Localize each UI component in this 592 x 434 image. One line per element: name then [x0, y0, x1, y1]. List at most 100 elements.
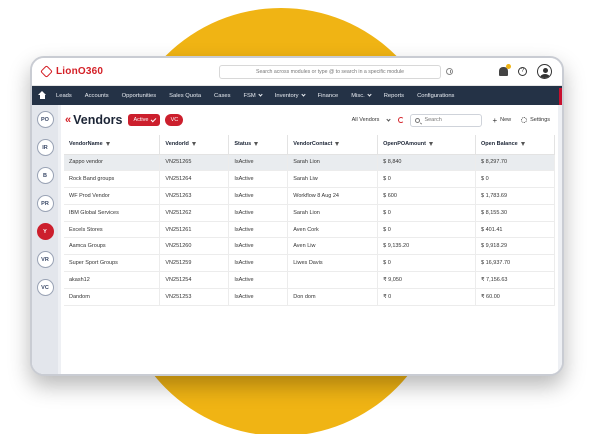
- page-toolbar: « Vendors Active VC All Vendors Search +…: [61, 105, 558, 135]
- app-window: LionO360 Search across modules or type @…: [30, 56, 564, 376]
- table-row[interactable]: Excels Stores VN251261 IsActive Aven Cork $ …: [64, 221, 555, 239]
- avatar-icon[interactable]: [537, 64, 552, 79]
- sidebar-item-pr[interactable]: PR: [36, 195, 54, 212]
- vendors-table: VendorName VendorId Status VendorContact Ope…: [64, 135, 555, 306]
- nav-item-leads[interactable]: Leads: [56, 93, 72, 99]
- table-cell: IBM Global Services: [64, 204, 161, 222]
- table-row[interactable]: Super Sport Groups VN251259 IsActive Liwes …: [64, 254, 555, 273]
- tag-pill-label: VC: [170, 117, 179, 123]
- column-header-label: Status: [234, 141, 252, 148]
- table-cell: Don dom: [287, 288, 379, 306]
- nav-items: Leads Accounts Opportunities Sales Quota Cas…: [56, 92, 467, 99]
- column-header[interactable]: VendorContact: [287, 135, 379, 155]
- table-cell: Workflow 8 Aug 24: [287, 187, 379, 205]
- filter-icon[interactable]: [428, 141, 433, 146]
- nav-item-label: Leads: [56, 92, 72, 99]
- table-cell: VN251253: [159, 288, 230, 306]
- settings-button[interactable]: Settings: [521, 117, 550, 123]
- top-bar: LionO360 Search across modules or type @…: [32, 58, 562, 86]
- nav-item-finance[interactable]: Finance: [318, 93, 339, 99]
- nav-item-fsm[interactable]: FSM: [243, 92, 263, 99]
- column-header[interactable]: Open Balance: [475, 135, 555, 155]
- column-header-label: VendorName: [69, 141, 103, 148]
- nav-item-label: Reports: [383, 92, 405, 99]
- column-header[interactable]: OpenPOAmount: [377, 135, 477, 155]
- back-chevron-icon[interactable]: «: [65, 114, 71, 126]
- nav-item-label: Cases: [214, 92, 231, 99]
- filter-icon[interactable]: [254, 141, 259, 146]
- table-row[interactable]: WF Prod Vendor VN251263 IsActive Workflow 8…: [64, 187, 555, 205]
- table-cell: Super Sport Groups: [64, 254, 161, 273]
- filter-icon[interactable]: [105, 141, 110, 146]
- nav-item-accounts[interactable]: Accounts: [85, 93, 109, 99]
- nav-item-reports[interactable]: Reports: [384, 93, 404, 99]
- table-cell: Sarah Lion: [287, 154, 379, 172]
- sidebar-item-ir[interactable]: IR: [36, 139, 54, 156]
- table-cell: $ 16,937.70: [475, 254, 555, 273]
- logo[interactable]: LionO360: [40, 65, 202, 78]
- column-header-label: VendorContact: [293, 141, 333, 148]
- sidebar-item-y[interactable]: Y: [36, 223, 54, 240]
- table-row[interactable]: Aamca Groups VN251260 IsActive Aven Liw $ 9,…: [64, 237, 555, 256]
- table-cell: IsActive: [228, 187, 289, 205]
- nav-item-cases[interactable]: Cases: [214, 93, 230, 99]
- table-cell: Zappo vendor: [64, 154, 161, 172]
- new-button[interactable]: + New: [492, 115, 511, 125]
- sidebar-item-vc[interactable]: VC: [36, 279, 54, 296]
- home-icon[interactable]: [38, 91, 46, 99]
- nav-item-configurations[interactable]: Configurations: [417, 93, 454, 99]
- table-cell: $ 9,135.20: [377, 237, 477, 256]
- column-header[interactable]: VendorName: [64, 135, 161, 155]
- tag-pill[interactable]: VC: [165, 114, 184, 126]
- nav-item-inventory[interactable]: Inventory: [275, 92, 306, 99]
- column-header[interactable]: VendorId: [159, 135, 230, 155]
- table-cell: IsActive: [228, 288, 289, 306]
- refresh-icon[interactable]: [398, 117, 405, 123]
- column-header[interactable]: Status: [228, 135, 289, 155]
- table-cell: $ 0: [475, 170, 555, 189]
- table-cell: $ 9,918.29: [475, 237, 555, 256]
- nav-item-sales-quota[interactable]: Sales Quota: [169, 93, 201, 99]
- sidebar-item-b[interactable]: B: [36, 167, 54, 184]
- clock-icon[interactable]: [446, 68, 453, 75]
- table-row[interactable]: Rock Band groups VN251264 IsActive Sarah Li…: [64, 170, 555, 189]
- table-cell: $ 0: [377, 170, 477, 189]
- status-filter-pill[interactable]: Active: [128, 114, 161, 126]
- column-header-label: Open Balance: [481, 141, 518, 148]
- table-cell: $ 8,155.30: [475, 204, 555, 222]
- sidebar-item-po[interactable]: PO: [36, 111, 54, 128]
- table-cell: $ 0: [377, 254, 477, 273]
- view-select[interactable]: All Vendors: [352, 116, 392, 123]
- plus-icon: +: [492, 115, 498, 125]
- gear-icon: [521, 117, 528, 123]
- table-cell: VN251264: [159, 170, 230, 189]
- help-icon[interactable]: ?: [518, 67, 527, 76]
- grid-search-input[interactable]: Search: [410, 113, 483, 127]
- table-cell: $ 1,783.69: [475, 187, 555, 205]
- table-row[interactable]: akash12 VN251254 IsActive ₹ 9,050 ₹ 7,156.63: [64, 271, 555, 289]
- filter-icon[interactable]: [520, 141, 525, 146]
- bell-icon[interactable]: [499, 64, 511, 76]
- nav-item-opportunities[interactable]: Opportunities: [122, 93, 156, 99]
- sidebar-item-vr[interactable]: VR: [36, 251, 54, 268]
- nav-item-misc[interactable]: Misc.: [351, 92, 372, 99]
- global-search-input[interactable]: Search across modules or type @ to searc…: [219, 64, 441, 79]
- table-cell: Dandom: [64, 288, 161, 306]
- top-icons: ?: [499, 64, 552, 79]
- table-cell: VN251265: [159, 154, 230, 172]
- main-nav: Leads Accounts Opportunities Sales Quota Cas…: [32, 86, 562, 105]
- table-cell: $ 0: [377, 221, 477, 239]
- table-cell: Rock Band groups: [64, 170, 161, 189]
- table-cell: IsActive: [228, 254, 289, 273]
- table-cell: ₹ 9,050: [377, 271, 477, 289]
- table-body: Zappo vendor VN251265 IsActive Sarah Lion $ …: [64, 154, 555, 306]
- filter-icon[interactable]: [191, 141, 196, 146]
- table-cell: Sarah Liw: [287, 170, 379, 189]
- table-cell: IsActive: [228, 204, 289, 222]
- table-row[interactable]: IBM Global Services VN251262 IsActive Sarah…: [64, 204, 555, 222]
- table-row[interactable]: Zappo vendor VN251265 IsActive Sarah Lion $ …: [64, 154, 555, 172]
- table-row[interactable]: Dandom VN251253 IsActive Don dom ₹ 0 ₹ 60.00: [64, 288, 555, 306]
- notification-dot: [506, 64, 511, 69]
- filter-icon[interactable]: [335, 141, 340, 146]
- status-filter-label: Active: [133, 117, 149, 123]
